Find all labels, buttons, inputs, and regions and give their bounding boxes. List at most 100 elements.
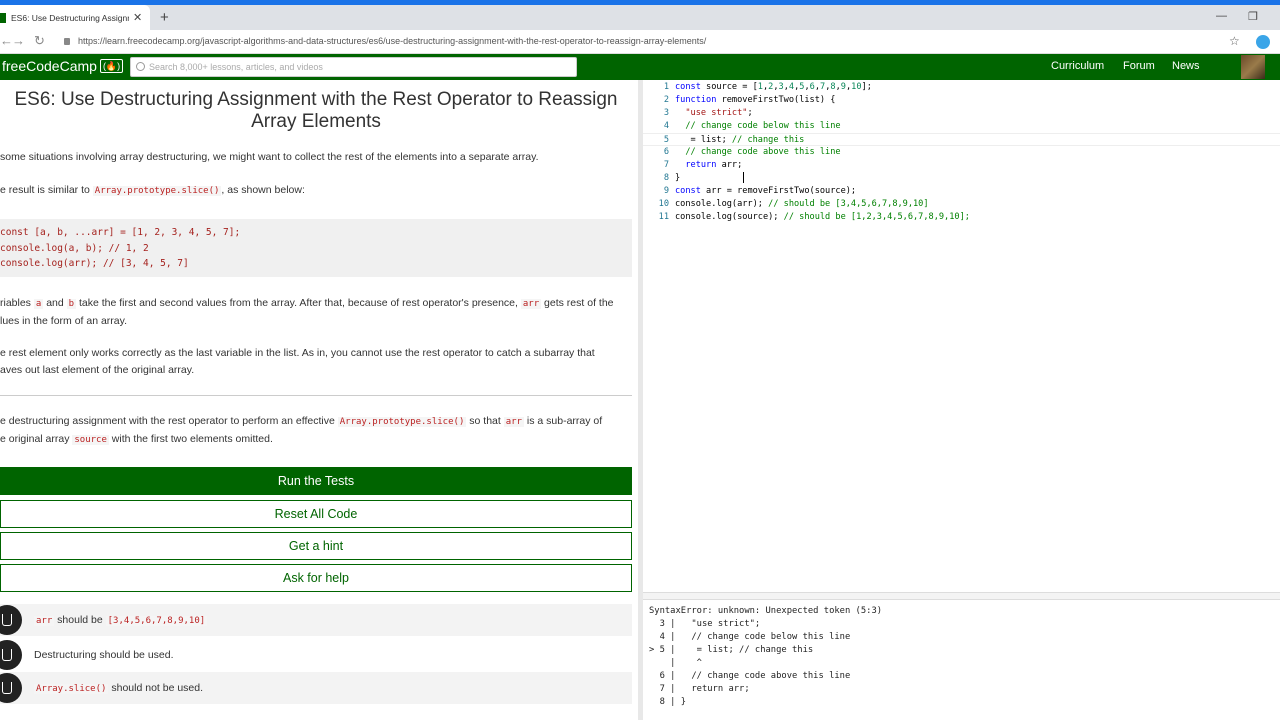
url-text: https://learn.freecodecamp.org/javascrip… xyxy=(78,36,707,46)
test-code: Array.slice() xyxy=(34,684,109,694)
editor-line: 1 const source = [1,2,3,4,5,6,7,8,9,10]; xyxy=(643,81,1280,94)
fcc-navbar: freeCodeCamp (🔥) Search 8,000+ lessons, … xyxy=(0,54,1280,80)
line-number: 11 xyxy=(658,212,669,222)
ask-help-button[interactable]: Ask for help xyxy=(0,564,632,592)
console-line: 4 | // change code below this line xyxy=(649,632,851,642)
console-line: 7 | return arr; xyxy=(649,684,750,694)
reset-code-button[interactable]: Reset All Code xyxy=(0,500,632,528)
line-code: return arr; xyxy=(685,160,743,170)
nav-link-curriculum[interactable]: Curriculum xyxy=(1051,60,1104,72)
address-bar: ← → ↻ https://learn.freecodecamp.org/jav… xyxy=(0,30,1280,54)
run-tests-button[interactable]: Run the Tests xyxy=(0,467,632,495)
p5-text: e destructuring assignment with the rest… xyxy=(0,415,338,427)
instructions: e destructuring assignment with the rest… xyxy=(0,413,630,449)
nav-link-news[interactable]: News xyxy=(1172,60,1200,72)
line-code: const arr = removeFirstTwo(source); xyxy=(675,186,857,196)
flask-icon xyxy=(0,673,22,703)
minimize-icon[interactable]: — xyxy=(1216,10,1227,22)
console-line: 8 | } xyxy=(649,697,687,707)
line-number: 7 xyxy=(663,160,669,170)
editor-line: 9 const arr = removeFirstTwo(source); xyxy=(643,185,1280,198)
search-placeholder: Search 8,000+ lessons, articles, and vid… xyxy=(149,62,323,72)
description-p1: some situations involving array destruct… xyxy=(0,151,539,163)
challenge-panel: ES6: Use Destructuring Assignment with t… xyxy=(0,80,640,720)
flask-icon xyxy=(0,640,22,670)
tab-title: ES6: Use Destructuring Assignme xyxy=(11,12,129,23)
line-code: const source = [1,2,3,4,5,6,7,8,9,10]; xyxy=(675,82,872,92)
p3-code-a: a xyxy=(33,299,44,309)
line-number: 1 xyxy=(663,82,669,92)
text-cursor xyxy=(743,172,744,183)
code-line: console.log(a, b); // 1, 2 xyxy=(0,242,149,254)
test-text: Array.slice() should not be used. xyxy=(34,682,203,694)
test-label: should be xyxy=(54,614,106,626)
search-icon xyxy=(136,62,145,71)
p5-code-a: Array.prototype.slice() xyxy=(337,417,467,427)
bookmark-star-icon[interactable]: ☆ xyxy=(1229,34,1240,48)
fcc-favicon-icon xyxy=(0,12,6,23)
new-tab-button[interactable]: + xyxy=(160,9,169,26)
line-code: console.log(source); // should be [1,2,3… xyxy=(675,212,970,222)
p5-text: is a sub-array of xyxy=(523,415,603,427)
browser-tab[interactable]: ES6: Use Destructuring Assignme ✕ xyxy=(0,5,150,30)
line-number: 10 xyxy=(658,199,669,209)
test-code: arr xyxy=(34,616,55,626)
p3-text: take the first and second values from th… xyxy=(76,297,521,309)
extension-icon[interactable] xyxy=(1256,35,1270,49)
console-resize-handle[interactable] xyxy=(643,592,1280,600)
line-code: console.log(arr); // should be [3,4,5,6,… xyxy=(675,199,929,209)
p5-text: so that xyxy=(466,415,504,427)
editor-line-active: 5 = list; // change this xyxy=(643,133,1280,146)
p3-code-c: arr xyxy=(520,299,542,309)
tab-close-icon[interactable]: ✕ xyxy=(133,11,142,24)
fire-icon: (🔥) xyxy=(99,59,124,73)
fcc-logo[interactable]: freeCodeCamp (🔥) xyxy=(2,58,124,74)
output-console: SyntaxError: unknown: Unexpected token (… xyxy=(643,600,1280,720)
p3-text: lues in the form of an array. xyxy=(0,315,128,327)
editor-line: 2 function removeFirstTwo(list) { xyxy=(643,94,1280,107)
nav-link-forum[interactable]: Forum xyxy=(1123,60,1155,72)
p3-text: and xyxy=(43,297,67,309)
line-number: 6 xyxy=(663,147,669,157)
flask-icon xyxy=(0,605,22,635)
line-code: // change code below this line xyxy=(685,121,841,131)
console-line: > 5 | = list; // change this xyxy=(649,645,814,655)
console-line: 6 | // change code above this line xyxy=(649,671,851,681)
url-field[interactable]: https://learn.freecodecamp.org/javascrip… xyxy=(64,36,706,46)
p3-code-b: b xyxy=(66,299,77,309)
line-number: 3 xyxy=(663,108,669,118)
editor-line: 11 console.log(source); // should be [1,2… xyxy=(643,211,1280,224)
avatar[interactable] xyxy=(1241,55,1265,79)
p5-code-b: arr xyxy=(503,417,524,427)
test-row: Destructuring should be used. xyxy=(0,639,632,671)
forward-icon[interactable]: → xyxy=(12,33,25,48)
p4-text: aves out last element of the original ar… xyxy=(0,364,195,376)
test-label: Destructuring should be used. xyxy=(34,649,174,661)
p5-text: e original array xyxy=(0,433,73,445)
lock-icon xyxy=(64,37,70,45)
test-code: [3,4,5,6,7,8,9,10] xyxy=(105,616,208,626)
console-line: 3 | "use strict"; xyxy=(649,619,761,629)
console-line: | ^ xyxy=(649,658,702,668)
code-line: const [a, b, ...arr] = [1, 2, 3, 4, 5, 7… xyxy=(0,227,241,238)
line-code: // change code above this line xyxy=(685,147,841,157)
p5-code-c: source xyxy=(72,435,109,445)
logo-text: freeCodeCamp xyxy=(2,58,97,74)
get-hint-button[interactable]: Get a hint xyxy=(0,532,632,560)
editor-line: 7 return arr; xyxy=(643,159,1280,172)
test-label: should not be used. xyxy=(108,682,204,694)
editor-line: 6 // change code above this line xyxy=(643,146,1280,159)
test-row: arr should be [3,4,5,6,7,8,9,10] xyxy=(0,604,632,636)
line-code: "use strict"; xyxy=(685,108,753,118)
code-editor[interactable]: 1 const source = [1,2,3,4,5,6,7,8,9,10]; … xyxy=(643,80,1280,592)
browser-tab-bar: ES6: Use Destructuring Assignme ✕ + — ❐ xyxy=(0,5,1280,30)
search-input[interactable]: Search 8,000+ lessons, articles, and vid… xyxy=(130,57,577,77)
restore-icon[interactable]: ❐ xyxy=(1248,10,1258,23)
p2-text-end: , as shown below: xyxy=(221,184,305,196)
description-p2: e result is similar to Array.prototype.s… xyxy=(0,182,630,200)
code-line: console.log(arr); // [3, 4, 5, 7] xyxy=(0,258,189,269)
line-number: 8 xyxy=(663,173,669,183)
reload-icon[interactable]: ↻ xyxy=(34,33,45,49)
test-row: Array.slice() should not be used. xyxy=(0,672,632,704)
divider xyxy=(0,395,632,396)
